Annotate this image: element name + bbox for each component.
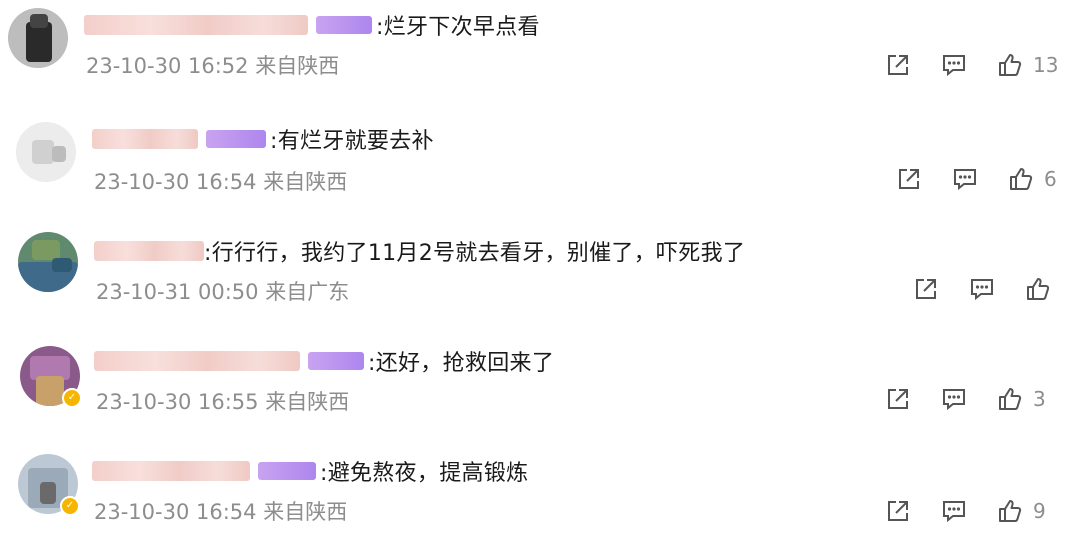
- comment-actions: 6: [896, 162, 1066, 196]
- like-count: 6: [1044, 167, 1057, 191]
- comment-content: :避免熬夜，提高锻炼: [320, 461, 529, 486]
- share-icon[interactable]: [885, 498, 911, 524]
- avatar[interactable]: [8, 8, 68, 68]
- comment-content: :还好，抢救回来了: [368, 351, 555, 376]
- comment-text-line: :有烂牙就要去补: [92, 122, 434, 156]
- comment-content: :有烂牙就要去补: [270, 129, 434, 154]
- comment-meta: 23-10-30 16:54 来自陕西: [94, 166, 347, 196]
- thumbs-up-icon[interactable]: [1025, 276, 1051, 302]
- comment-content: :烂牙下次早点看: [376, 15, 540, 40]
- level-badge: [308, 352, 364, 370]
- timestamp: 23-10-30 16:52: [86, 54, 249, 78]
- comment-meta: 23-10-30 16:52 来自陕西: [86, 50, 339, 80]
- comment-icon[interactable]: [941, 386, 967, 412]
- location: 来自陕西: [255, 54, 340, 78]
- thumbs-up-icon[interactable]: [997, 386, 1023, 412]
- comment-item: ✓ :避免熬夜，提高锻炼 23-10-30 16:54 来自陕西 9: [0, 446, 1080, 556]
- comment-content: :行行行，我约了11月2号就去看牙，别催了，吓死我了: [204, 241, 746, 266]
- avatar[interactable]: [18, 232, 78, 292]
- comment-icon[interactable]: [952, 166, 978, 192]
- comment-text-line: :避免熬夜，提高锻炼: [92, 454, 528, 488]
- comment-actions: 9: [885, 494, 1055, 528]
- comment-text-line: :还好，抢救回来了: [94, 344, 554, 378]
- comment-icon[interactable]: [969, 276, 995, 302]
- level-badge: [206, 130, 266, 148]
- share-icon[interactable]: [913, 276, 939, 302]
- timestamp: 23-10-30 16:54: [94, 500, 257, 524]
- comment-meta: 23-10-31 00:50 来自广东: [96, 276, 349, 306]
- comment-actions: [913, 272, 1080, 306]
- username[interactable]: [84, 15, 308, 35]
- share-icon[interactable]: [885, 386, 911, 412]
- verified-badge-icon: ✓: [62, 388, 82, 408]
- username[interactable]: [92, 461, 250, 481]
- comment-actions: 3: [885, 382, 1055, 416]
- location: 来自陕西: [263, 170, 348, 194]
- like-count: 3: [1033, 387, 1046, 411]
- like-count: 9: [1033, 499, 1046, 523]
- like-count: 13: [1033, 53, 1059, 77]
- comment-meta: 23-10-30 16:54 来自陕西: [94, 496, 347, 526]
- timestamp: 23-10-31 00:50: [96, 280, 259, 304]
- comment-item: :行行行，我约了11月2号就去看牙，别催了，吓死我了 23-10-31 00:5…: [0, 228, 1080, 338]
- avatar[interactable]: [16, 122, 76, 182]
- thumbs-up-icon[interactable]: [997, 498, 1023, 524]
- thumbs-up-icon[interactable]: [1008, 166, 1034, 192]
- location: 来自广东: [265, 280, 350, 304]
- comment-icon[interactable]: [941, 498, 967, 524]
- comment-item: :有烂牙就要去补 23-10-30 16:54 来自陕西 6: [0, 118, 1080, 228]
- location: 来自陕西: [265, 390, 350, 414]
- comment-text-line: :烂牙下次早点看: [84, 8, 540, 42]
- comment-item: ✓ :还好，抢救回来了 23-10-30 16:55 来自陕西 3: [0, 338, 1080, 448]
- thumbs-up-icon[interactable]: [997, 52, 1023, 78]
- location: 来自陕西: [263, 500, 348, 524]
- share-icon[interactable]: [885, 52, 911, 78]
- username[interactable]: [94, 351, 300, 371]
- comment-text-line: :行行行，我约了11月2号就去看牙，别催了，吓死我了: [94, 234, 745, 268]
- timestamp: 23-10-30 16:55: [96, 390, 259, 414]
- share-icon[interactable]: [896, 166, 922, 192]
- comment-icon[interactable]: [941, 52, 967, 78]
- comment-item: :烂牙下次早点看 23-10-30 16:52 来自陕西 13: [0, 0, 1080, 110]
- verified-badge-icon: ✓: [60, 496, 80, 516]
- comment-actions: 13: [885, 48, 1058, 82]
- username[interactable]: [94, 241, 204, 261]
- username[interactable]: [92, 129, 198, 149]
- comment-meta: 23-10-30 16:55 来自陕西: [96, 386, 349, 416]
- timestamp: 23-10-30 16:54: [94, 170, 257, 194]
- level-badge: [258, 462, 316, 480]
- level-badge: [316, 16, 372, 34]
